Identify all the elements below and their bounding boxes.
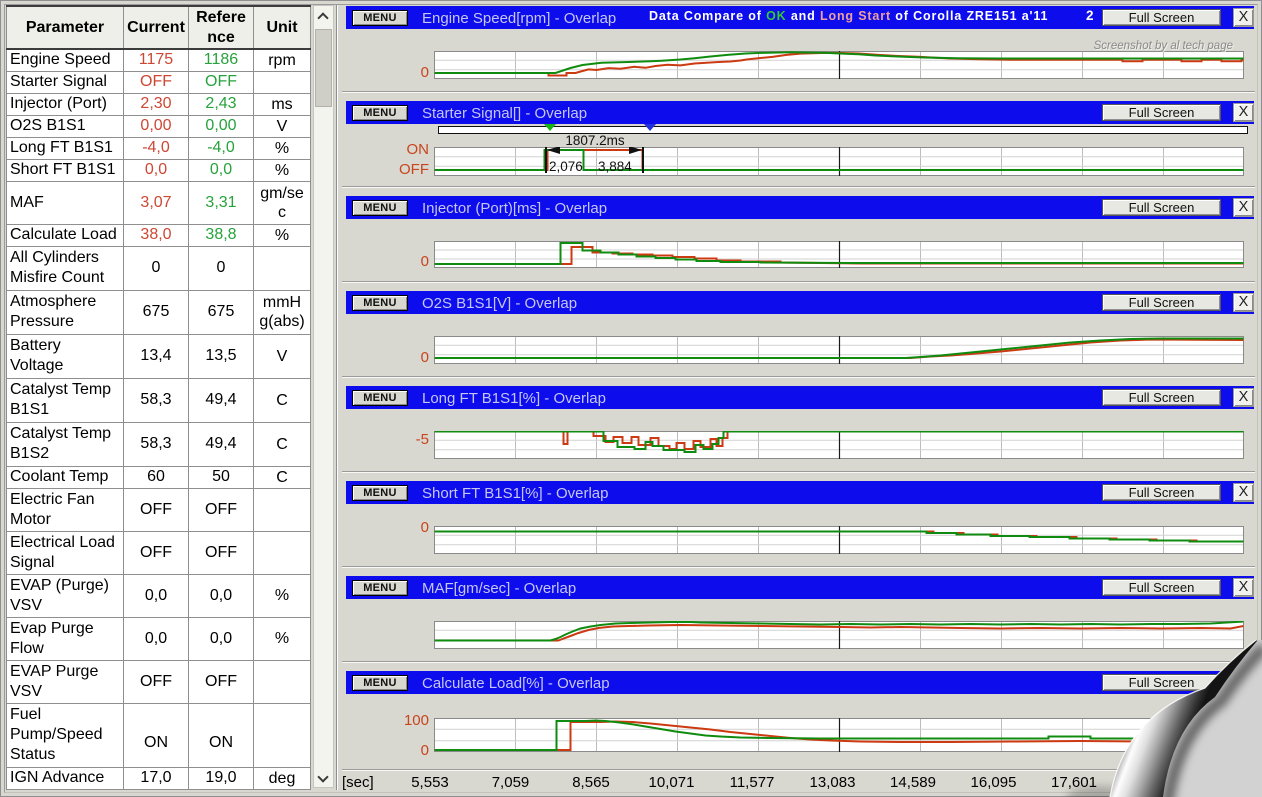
- svg-text:2,076: 2,076: [549, 159, 583, 174]
- svg-text:3,884: 3,884: [598, 159, 632, 174]
